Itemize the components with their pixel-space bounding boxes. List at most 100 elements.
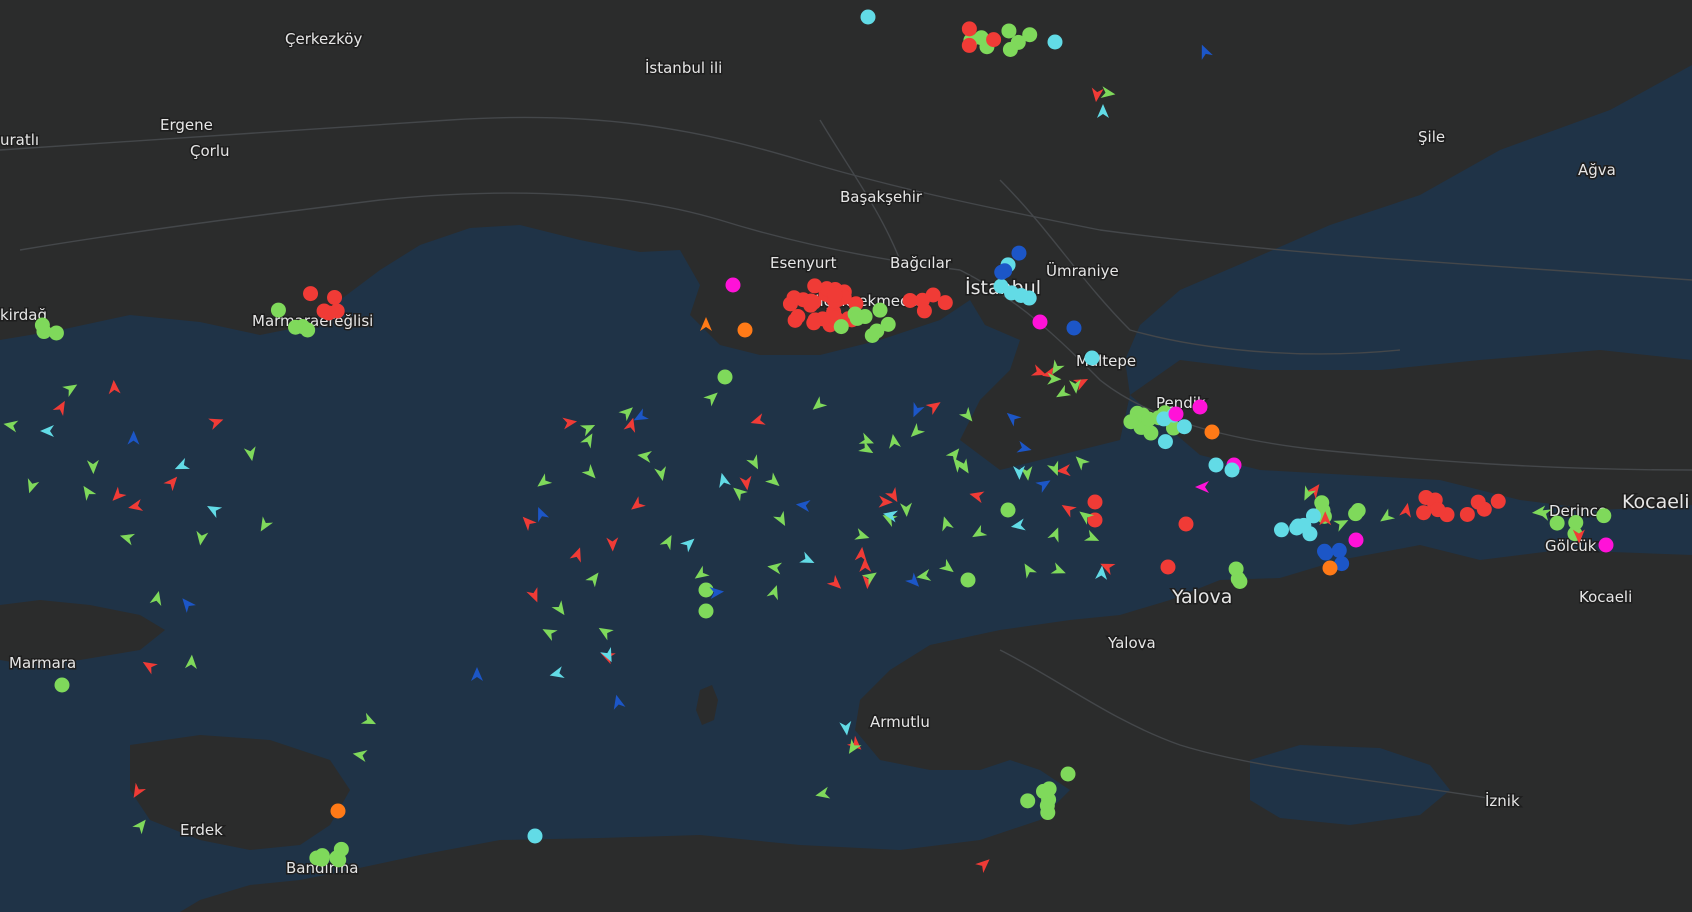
- vessel-marker[interactable]: [1141, 411, 1157, 427]
- vessel-marker[interactable]: [1568, 515, 1584, 531]
- place-label: İstanbul ili: [645, 58, 722, 77]
- vessel-marker[interactable]: [1348, 506, 1364, 522]
- vessel-marker[interactable]: [1208, 457, 1224, 473]
- vessel-marker[interactable]: [1289, 520, 1305, 536]
- vessel-marker[interactable]: [698, 582, 714, 598]
- vessel-marker[interactable]: [314, 848, 330, 864]
- vessel-marker[interactable]: [1160, 559, 1176, 575]
- place-label: Şile: [1418, 128, 1445, 146]
- place-label: İznik: [1485, 791, 1520, 810]
- vessel-marker[interactable]: [1020, 793, 1036, 809]
- vessel-marker[interactable]: [329, 850, 345, 866]
- vessel-map[interactable]: Çerkezköy İstanbul ili Şile Ağva uratlı Ergen…: [0, 0, 1692, 912]
- vessel-marker[interactable]: [1176, 419, 1192, 435]
- vessel-marker[interactable]: [1047, 34, 1063, 50]
- vessel-marker[interactable]: [1430, 502, 1446, 518]
- vessel-marker[interactable]: [869, 323, 885, 339]
- vessel-marker[interactable]: [902, 292, 918, 308]
- vessel-marker[interactable]: [961, 37, 977, 53]
- vessel-marker[interactable]: [717, 369, 733, 385]
- place-label: Çerkezköy: [285, 30, 362, 48]
- vessel-marker[interactable]: [807, 278, 823, 294]
- vessel-marker[interactable]: [54, 677, 70, 693]
- place-label: Bağcılar: [890, 254, 952, 272]
- vessel-marker[interactable]: [1013, 287, 1029, 303]
- vessel-marker[interactable]: [1598, 537, 1614, 553]
- vessel-marker[interactable]: [1348, 532, 1364, 548]
- vessel-marker[interactable]: [1192, 399, 1208, 415]
- vessel-marker[interactable]: [1157, 434, 1173, 450]
- vessel-marker[interactable]: [786, 290, 802, 306]
- vessel-marker[interactable]: [1087, 494, 1103, 510]
- vessel-marker[interactable]: [937, 295, 953, 311]
- vessel-marker[interactable]: [725, 277, 741, 293]
- vessel-marker[interactable]: [1314, 495, 1330, 511]
- vessel-marker[interactable]: [1066, 320, 1082, 336]
- place-label: Ergene: [160, 116, 213, 134]
- vessel-marker[interactable]: [1470, 494, 1486, 510]
- vessel-marker[interactable]: [960, 572, 976, 588]
- vessel-marker[interactable]: [803, 293, 819, 309]
- vessel-marker[interactable]: [1204, 424, 1220, 440]
- place-label: Armutlu: [870, 713, 930, 731]
- vessel-marker[interactable]: [827, 287, 843, 303]
- vessel-marker[interactable]: [1000, 502, 1016, 518]
- vessel-marker[interactable]: [1060, 766, 1076, 782]
- vessel-marker[interactable]: [857, 309, 873, 325]
- vessel-marker[interactable]: [270, 302, 286, 318]
- vessel-marker[interactable]: [997, 263, 1013, 279]
- vessel-marker[interactable]: [1549, 515, 1565, 531]
- vessel-marker[interactable]: [1490, 493, 1506, 509]
- vessel-marker[interactable]: [1416, 505, 1432, 521]
- vessel-marker[interactable]: [327, 289, 343, 305]
- vessel-marker[interactable]: [1143, 425, 1159, 441]
- place-label: uratlı: [0, 131, 39, 149]
- vessel-marker[interactable]: [806, 315, 822, 331]
- place-label: Kocaeli: [1579, 588, 1632, 606]
- place-label: Esenyurt: [770, 254, 837, 272]
- vessel-marker[interactable]: [1040, 805, 1056, 821]
- vessel-marker[interactable]: [1011, 245, 1027, 261]
- place-label: Yalova: [1171, 586, 1232, 608]
- vessel-marker[interactable]: [1178, 516, 1194, 532]
- vessel-marker[interactable]: [1273, 522, 1289, 538]
- vessel-marker[interactable]: [790, 309, 806, 325]
- vessel-marker[interactable]: [1331, 542, 1347, 558]
- map-canvas[interactable]: Çerkezköy İstanbul ili Şile Ağva uratlı Ergen…: [0, 0, 1692, 912]
- vessel-marker[interactable]: [1022, 27, 1038, 43]
- vessel-marker[interactable]: [1318, 545, 1334, 561]
- vessel-marker[interactable]: [1002, 41, 1018, 57]
- place-label: Ağva: [1578, 161, 1616, 179]
- vessel-marker[interactable]: [527, 828, 543, 844]
- place-label: Maltepe: [1076, 352, 1136, 370]
- vessel-marker[interactable]: [330, 803, 346, 819]
- vessel-marker[interactable]: [872, 302, 888, 318]
- place-label: Erdek: [180, 821, 223, 839]
- vessel-marker[interactable]: [1596, 508, 1612, 524]
- vessel-marker[interactable]: [1168, 406, 1184, 422]
- vessel-marker[interactable]: [1084, 350, 1100, 366]
- vessel-marker[interactable]: [698, 603, 714, 619]
- vessel-marker[interactable]: [1322, 560, 1338, 576]
- vessel-marker[interactable]: [860, 9, 876, 25]
- vessel-marker[interactable]: [916, 303, 932, 319]
- vessel-marker[interactable]: [303, 286, 319, 302]
- vessel-marker[interactable]: [1035, 783, 1051, 799]
- vessel-marker[interactable]: [986, 32, 1002, 48]
- vessel-marker[interactable]: [1224, 462, 1240, 478]
- place-label: Yalova: [1107, 634, 1156, 652]
- vessel-marker[interactable]: [961, 21, 977, 37]
- vessel-marker[interactable]: [833, 319, 849, 335]
- place-label: Çorlu: [190, 142, 230, 160]
- vessel-marker[interactable]: [48, 325, 64, 341]
- vessel-marker[interactable]: [1232, 573, 1248, 589]
- vessel-marker[interactable]: [316, 303, 332, 319]
- vessel-marker[interactable]: [1032, 314, 1048, 330]
- vessel-marker[interactable]: [737, 322, 753, 338]
- place-label: Marmara: [9, 654, 76, 672]
- vessel-marker[interactable]: [1459, 506, 1475, 522]
- place-label: Başakşehir: [840, 188, 923, 206]
- vessel-marker[interactable]: [287, 319, 303, 335]
- vessel-marker[interactable]: [34, 317, 50, 333]
- vessel-marker[interactable]: [1123, 414, 1139, 430]
